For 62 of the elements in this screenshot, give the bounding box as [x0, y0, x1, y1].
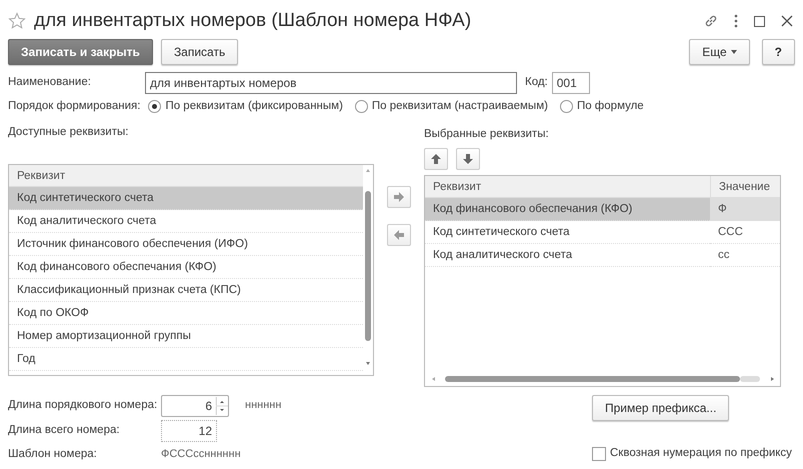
move-left-button[interactable] [387, 224, 411, 246]
table-row[interactable]: Код синтетического счета [9, 186, 363, 210]
table-row[interactable]: Классификационный признак счета (КПС) [9, 278, 363, 302]
table-row[interactable]: Источник финансового обеспечения (ИФО) [9, 232, 363, 256]
save-button[interactable]: Записать [160, 39, 238, 65]
field-label: Код: [525, 75, 548, 90]
move-up-button[interactable] [424, 148, 448, 170]
table-cell: ССС [710, 220, 780, 244]
column-header[interactable]: Значение [710, 176, 780, 198]
checkbox-label[interactable]: Сквозная нумерация по префиксу [610, 445, 792, 462]
table-row[interactable]: Код финансового обеспечания (КФО) Ф [425, 198, 780, 220]
field-label: Наименование: [8, 75, 92, 90]
field-label: Шаблон номера: [8, 446, 98, 462]
more-icon[interactable] [734, 14, 738, 28]
spin-arrows-icon[interactable] [216, 396, 228, 414]
arrow-right-icon [393, 191, 405, 204]
template-value: ФСССсснннннн [161, 446, 241, 462]
table-cell: Код синтетического счета [425, 220, 710, 244]
window-title: для инвентартых номеров (Шаблон номера НФА) [34, 8, 472, 33]
field-label: Длина порядкового номера: [8, 398, 158, 413]
caret-icon [730, 50, 737, 54]
table-cell: Ф [710, 198, 780, 220]
arrow-up-icon [430, 152, 442, 164]
move-right-button[interactable] [387, 186, 411, 208]
arrow-down-icon [462, 152, 474, 164]
checkbox[interactable] [592, 446, 606, 461]
radio-label[interactable]: По формуле [576, 98, 644, 116]
number-spinner[interactable]: 6 [161, 394, 229, 416]
table-row[interactable]: Код по ОКОФ [9, 302, 363, 324]
field-label: Длина всего номера: [8, 422, 121, 438]
radio-label[interactable]: По реквизитам (настраиваемым) [372, 98, 548, 116]
table-cell: Код аналитического счета [425, 244, 710, 266]
move-down-button[interactable] [456, 148, 480, 170]
help-button[interactable]: ? [762, 39, 795, 65]
section-label: Доступные реквизиты: [8, 125, 130, 140]
table-row[interactable]: Номер амортизационной группы [9, 324, 363, 348]
radio-label[interactable]: По реквизитам (фиксированным) [165, 98, 343, 116]
column-header[interactable]: Реквизит [9, 164, 363, 186]
section-label: Выбранные реквизиты: [424, 127, 550, 142]
field-label: Порядок формирования: [8, 99, 140, 114]
number-field: 12 [161, 420, 217, 442]
maximize-icon[interactable] [754, 16, 765, 26]
more-button[interactable]: Еще [689, 39, 750, 65]
table-row[interactable]: Код аналитического счета сс [425, 244, 780, 266]
radio-button[interactable] [148, 100, 162, 114]
mask-hint: нннннн [245, 398, 282, 414]
prefix-example-button[interactable]: Пример префикса... [592, 394, 730, 420]
column-header[interactable]: Реквизит [425, 176, 710, 198]
link-icon[interactable] [704, 14, 718, 28]
table-row[interactable]: Код синтетического счета ССС [425, 220, 780, 244]
save-close-button[interactable]: Записать и закрыть [8, 39, 153, 65]
close-icon[interactable] [781, 15, 793, 27]
name-field[interactable]: для инвентартых номеров [145, 72, 517, 94]
table-row[interactable]: Код аналитического счета [9, 210, 363, 232]
table-cell: сс [710, 244, 780, 266]
radio-button[interactable] [354, 100, 368, 114]
arrow-left-icon [393, 229, 405, 242]
code-field[interactable]: 001 [552, 72, 590, 94]
table-row[interactable]: Код финансового обеспечания (КФО) [9, 256, 363, 278]
table-row[interactable]: Год [9, 348, 363, 370]
radio-button[interactable] [560, 100, 573, 114]
star-icon[interactable] [8, 12, 26, 30]
